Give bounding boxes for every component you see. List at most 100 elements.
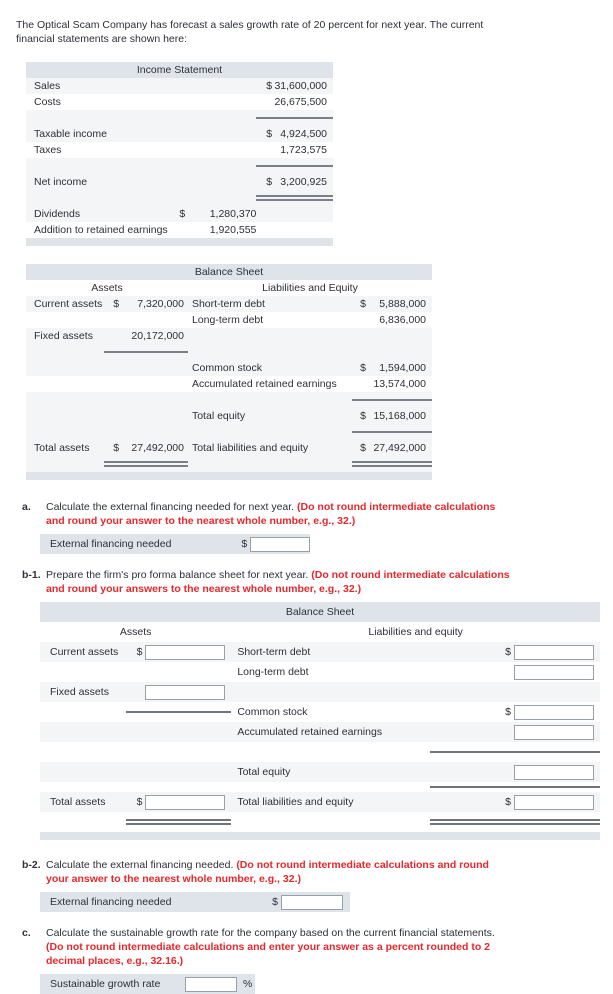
proforma-short-term-debt-input[interactable]: [513, 644, 594, 660]
row-currency: $: [179, 208, 186, 220]
row-label: Total liabilities and equity: [191, 442, 309, 454]
row-label: Total assets: [50, 796, 106, 808]
row-value: 7,320,000: [137, 298, 184, 310]
row-value: [119, 376, 188, 392]
proforma-liabilities-header: Liabilities and equity: [368, 626, 463, 638]
row-currency: [168, 222, 186, 238]
row-value: 20,172,000: [131, 330, 184, 342]
sustainable-growth-rate-input[interactable]: [185, 976, 237, 992]
row-label: [188, 328, 352, 344]
row-currency: [256, 142, 272, 158]
row-currency: [126, 762, 146, 782]
currency-symbol: $: [241, 538, 248, 550]
proforma-fixed-assets-input[interactable]: [145, 684, 226, 700]
table-row: Total assets $ Total liabilities and equ…: [40, 792, 600, 812]
row-value: [185, 142, 256, 158]
equity-subtotal-rule-row: [26, 392, 432, 408]
table-row: Net income $ 3,200,925: [26, 174, 333, 190]
row-label: Short-term debt: [237, 646, 311, 658]
proforma-total-equity-input[interactable]: [513, 764, 594, 780]
external-financing-needed-input-b2[interactable]: [281, 894, 343, 910]
row-label: Long-term debt: [191, 314, 264, 326]
row-value: [119, 360, 188, 376]
row-value: 1,280,370: [209, 208, 257, 220]
row-label: Taxes: [34, 144, 62, 156]
row-currency: [430, 662, 514, 682]
row-currency: $: [360, 442, 366, 454]
row-currency: [352, 312, 366, 328]
grand-total-rule-row: [26, 456, 432, 472]
row-currency: [430, 762, 514, 782]
proforma-total-liabilities-equity-input[interactable]: [513, 794, 594, 810]
row-currency: [168, 94, 186, 110]
row-currency: [352, 328, 366, 344]
proforma-common-stock-input[interactable]: [513, 704, 594, 720]
row-currency: $: [266, 80, 273, 92]
row-value: [145, 722, 231, 742]
question-b2-text: Calculate the external financing needed.: [46, 859, 234, 871]
row-currency: [256, 222, 272, 238]
table-row: Total equity $ 15,168,000: [26, 408, 432, 424]
row-value: 4,924,500: [280, 128, 327, 140]
table-row: Addition to retained earnings 1,920,555: [26, 222, 333, 238]
row-currency: [168, 142, 186, 158]
row-label: Fixed assets: [34, 330, 93, 342]
table-row: Current assets $ Short-term debt $: [40, 642, 600, 662]
row-value: 27,492,000: [373, 442, 426, 454]
table-row: Accumulated retained earnings 13,574,000: [26, 376, 432, 392]
percent-symbol: %: [243, 978, 253, 990]
row-label: Common stock: [237, 706, 308, 718]
proforma-long-term-debt-input[interactable]: [513, 664, 594, 680]
row-value: [185, 174, 256, 190]
table-row: Total equity: [40, 762, 600, 782]
proforma-subheader-row: Assets Liabilities and equity: [40, 622, 600, 642]
row-currency: $: [360, 298, 366, 310]
balance-sheet-table: Balance Sheet Assets Liabilities and Equ…: [26, 264, 432, 480]
row-value: 1,594,000: [379, 362, 426, 374]
row-label: Dividends: [34, 208, 81, 220]
row-currency: [104, 328, 120, 344]
proforma-total-assets-input[interactable]: [145, 794, 226, 810]
row-value: 6,836,000: [379, 314, 426, 326]
table-row: Common stock $ 1,594,000: [26, 360, 432, 376]
table-row: Fixed assets: [40, 682, 600, 702]
question-b1-tag: b-1.: [22, 569, 41, 581]
row-label: Short-term debt: [191, 298, 265, 310]
table-row: Long-term debt 6,836,000: [26, 312, 432, 328]
income-statement-title: Income Statement: [26, 62, 333, 78]
total-rule-row: [26, 190, 333, 206]
proforma-accumulated-retained-earnings-input[interactable]: [513, 724, 594, 740]
proforma-assets-subtotal-rule: [125, 702, 232, 722]
row-value: [185, 78, 256, 94]
row-value: 31,600,000: [274, 80, 327, 92]
proforma-assets-header: Assets: [119, 626, 152, 638]
question-a-tag: a.: [22, 501, 31, 513]
external-financing-needed-input-a[interactable]: [250, 536, 310, 552]
row-value: [514, 682, 600, 702]
subtotal-rule-row: [26, 158, 333, 174]
answer-row-sustainable-growth-rate: Sustainable growth rate %: [40, 974, 255, 994]
question-c-tag: c.: [22, 927, 31, 939]
row-currency: [168, 174, 186, 190]
row-currency: [104, 376, 120, 392]
row-value: 3,200,925: [280, 176, 327, 188]
table-row: Dividends $ 1,280,370: [26, 206, 333, 222]
worksheet-page: The Optical Scam Company has forecast a …: [0, 0, 613, 994]
row-value: 5,888,000: [379, 298, 426, 310]
row-label: Costs: [34, 96, 61, 108]
proforma-title: Balance Sheet: [40, 602, 600, 622]
income-statement-end-bar-row: [26, 238, 333, 246]
proforma-current-assets-input[interactable]: [145, 644, 226, 660]
assets-header: Assets: [91, 282, 123, 294]
intro-paragraph: The Optical Scam Company has forecast a …: [16, 19, 484, 45]
row-currency: [430, 722, 514, 742]
table-row: Costs 26,675,500: [26, 94, 333, 110]
answer-label: External financing needed: [50, 538, 172, 550]
balance-sheet-title-row: Balance Sheet: [26, 264, 432, 280]
equity-subtotal-rule: [352, 392, 432, 408]
question-c-text: Calculate the sustainable growth rate fo…: [46, 927, 495, 939]
equity-rule-row: [26, 424, 432, 440]
row-label: [26, 312, 104, 328]
row-currency: [126, 662, 146, 682]
row-label: [40, 662, 126, 682]
